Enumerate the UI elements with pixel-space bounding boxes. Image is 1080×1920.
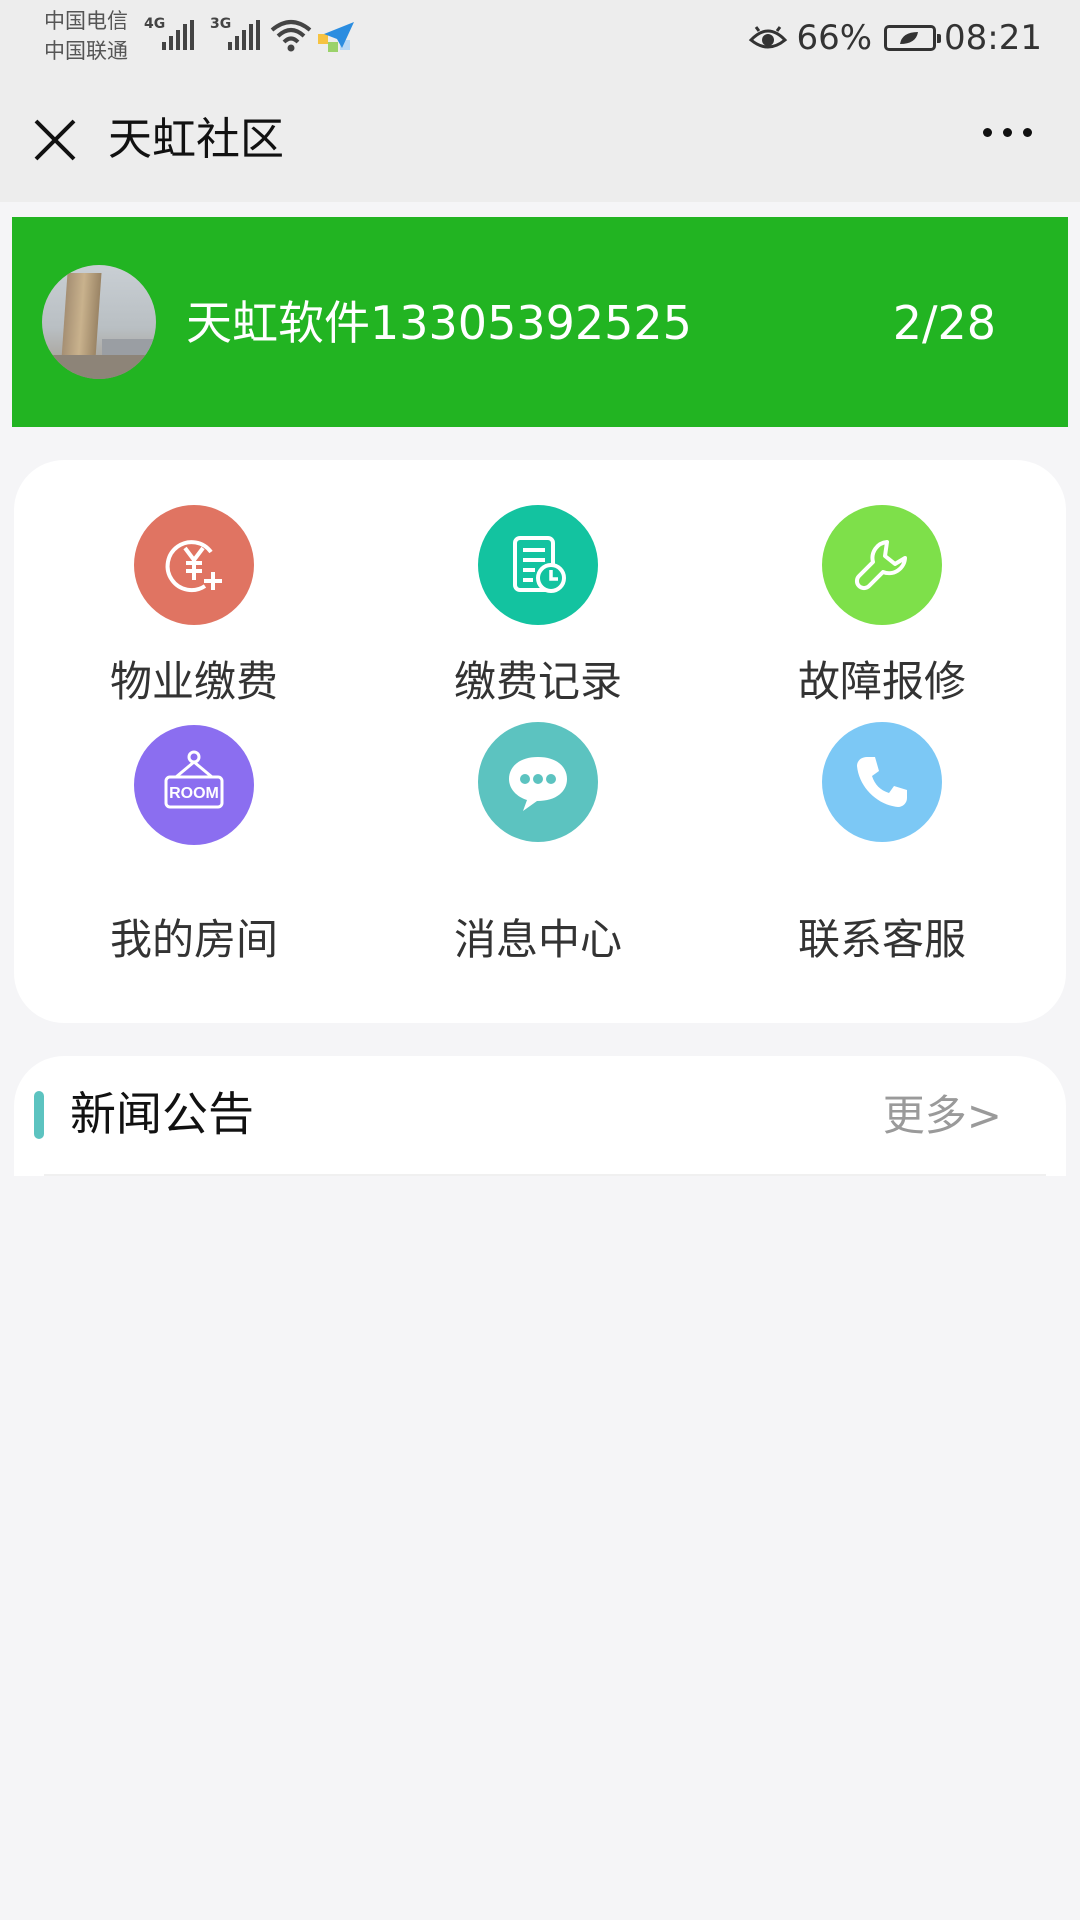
wifi-icon <box>270 20 312 52</box>
menu-label: 我的房间 <box>109 915 278 964</box>
room-sign-icon: ROOM <box>134 725 254 845</box>
avatar[interactable] <box>42 265 156 379</box>
document-clock-icon <box>478 505 598 625</box>
status-bar: 中国电信 中国联通 4G 3G 66% 08:21 <box>0 0 1080 80</box>
more-options-button[interactable] <box>983 128 1032 137</box>
dot-icon <box>983 128 992 137</box>
menu-item-payment-records[interactable]: 缴费记录 <box>388 460 688 706</box>
menu-item-contact-service[interactable]: 联系客服 <box>732 718 1032 964</box>
carrier-2: 中国联通 <box>44 39 128 63</box>
menu-item-property-fee[interactable]: 物业缴费 <box>44 460 344 706</box>
menu-item-my-room[interactable]: ROOM 我的房间 <box>44 718 344 964</box>
menu-item-messages[interactable]: 消息中心 <box>388 718 688 964</box>
menu-item-repair[interactable]: 故障报修 <box>732 460 1032 706</box>
nav-bar: 天虹社区 <box>0 80 1080 202</box>
svg-text:ROOM: ROOM <box>169 785 219 802</box>
menu-label: 缴费记录 <box>453 657 622 706</box>
menu-label: 消息中心 <box>453 915 622 964</box>
close-icon[interactable] <box>32 117 78 163</box>
user-name: 天虹软件13305392525 <box>186 296 692 350</box>
carrier-info: 中国电信 中国联通 <box>44 6 128 66</box>
news-section: 新闻公告 更多> <box>14 1056 1066 1176</box>
user-date: 2/28 <box>892 296 996 350</box>
service-menu: 物业缴费 缴费记录 故障报修 ROOM 我的房间 消息中心 联系客服 <box>14 460 1066 1023</box>
signal-icon <box>162 20 194 50</box>
status-right: 66% 08:21 <box>740 14 1042 62</box>
eye-comfort-icon <box>749 26 788 49</box>
chat-bubble-icon <box>478 722 598 842</box>
app-notification-icon <box>318 22 354 52</box>
page-title: 天虹社区 <box>108 114 284 165</box>
news-more-link[interactable]: 更多> <box>883 1088 1002 1144</box>
dot-icon <box>1023 128 1032 137</box>
signal-icon-2 <box>228 20 260 50</box>
phone-icon <box>822 722 942 842</box>
menu-label: 联系客服 <box>797 915 966 964</box>
battery-percent: 66% <box>796 18 873 58</box>
wrench-icon <box>822 505 942 625</box>
divider <box>44 1174 1046 1176</box>
clock: 08:21 <box>944 18 1042 58</box>
menu-label: 故障报修 <box>797 657 966 706</box>
carrier-1: 中国电信 <box>44 9 128 33</box>
news-title: 新闻公告 <box>70 1087 254 1141</box>
dot-icon <box>1003 128 1012 137</box>
user-banner: 天虹软件13305392525 2/28 <box>12 217 1068 427</box>
menu-label: 物业缴费 <box>109 657 278 706</box>
section-accent-bar <box>34 1091 44 1139</box>
yuan-payment-icon <box>134 505 254 625</box>
battery-icon <box>884 25 942 51</box>
